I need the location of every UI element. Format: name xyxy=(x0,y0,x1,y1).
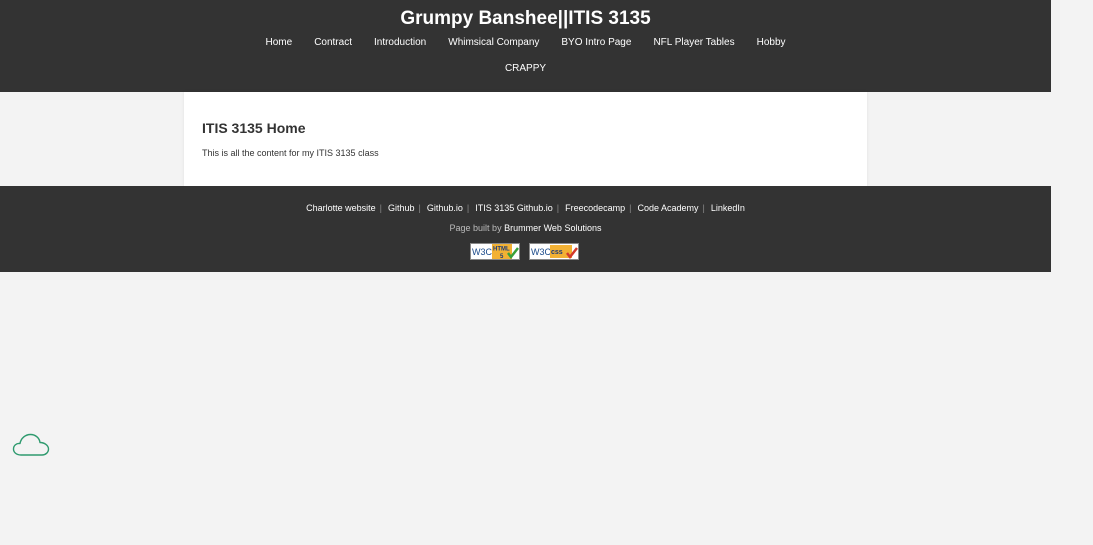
validation-badges: W3C HTML 5 W3C css xyxy=(470,243,588,260)
footer-links: Charlotte website | Github | Github.io | ITIS … xyxy=(0,203,1051,213)
site-footer: Charlotte website | Github | Github.io | ITIS … xyxy=(0,186,1051,272)
footer-separator: | xyxy=(466,203,470,213)
svg-text:HTML: HTML xyxy=(493,247,510,253)
page: Grumpy Banshee||ITIS 3135 Home Contract … xyxy=(0,0,1093,545)
footer-separator: | xyxy=(556,203,560,213)
nav-home[interactable]: Home xyxy=(266,30,293,56)
footer-link-linkedin[interactable]: LinkedIn xyxy=(711,203,745,213)
w3c-html5-badge-icon[interactable]: W3C HTML 5 xyxy=(470,243,520,260)
footer-separator: | xyxy=(629,203,632,213)
page-heading: ITIS 3135 Home xyxy=(202,120,306,136)
nav-introduction[interactable]: Introduction xyxy=(374,30,426,56)
credit-link[interactable]: Brummer Web Solutions xyxy=(504,223,601,233)
nav-byo-intro-page[interactable]: BYO Intro Page xyxy=(561,30,631,56)
footer-separator: | xyxy=(702,203,705,213)
footer-link-itis-3135-github-io[interactable]: ITIS 3135 Github.io xyxy=(475,203,553,213)
site-title: Grumpy Banshee||ITIS 3135 xyxy=(400,8,651,29)
nav-whimsical-company[interactable]: Whimsical Company xyxy=(448,30,539,56)
footer-separator: | xyxy=(418,203,421,213)
cloud-icon[interactable] xyxy=(12,432,50,458)
main-content: ITIS 3135 Home This is all the content f… xyxy=(184,92,867,186)
svg-text:css: css xyxy=(551,249,563,256)
nav-crappy[interactable]: CRAPPY xyxy=(505,56,546,82)
footer-link-github-io[interactable]: Github.io xyxy=(427,203,463,213)
footer-separator: | xyxy=(379,203,382,213)
footer-link-github[interactable]: Github xyxy=(388,203,415,213)
site-header: Grumpy Banshee||ITIS 3135 Home Contract … xyxy=(0,0,1051,92)
page-body-text: This is all the content for my ITIS 3135… xyxy=(202,148,379,158)
footer-link-charlotte-website[interactable]: Charlotte website xyxy=(306,203,376,213)
credit-prefix: Page built by xyxy=(449,223,502,233)
svg-text:W3C: W3C xyxy=(531,247,552,257)
nav-nfl-player-tables[interactable]: NFL Player Tables xyxy=(653,30,734,56)
footer-link-code-academy[interactable]: Code Academy xyxy=(637,203,698,213)
footer-credit: Page built by Brummer Web Solutions xyxy=(0,223,1051,233)
nav-hobby[interactable]: Hobby xyxy=(757,30,786,56)
nav-row: CRAPPY xyxy=(0,56,1051,82)
nav-row: Home Contract Introduction Whimsical Com… xyxy=(0,30,1051,74)
footer-link-freecodecamp[interactable]: Freecodecamp xyxy=(565,203,625,213)
svg-text:W3C: W3C xyxy=(472,247,493,257)
nav-contract[interactable]: Contract xyxy=(314,30,352,56)
w3c-css-badge-icon[interactable]: W3C css xyxy=(529,243,579,260)
